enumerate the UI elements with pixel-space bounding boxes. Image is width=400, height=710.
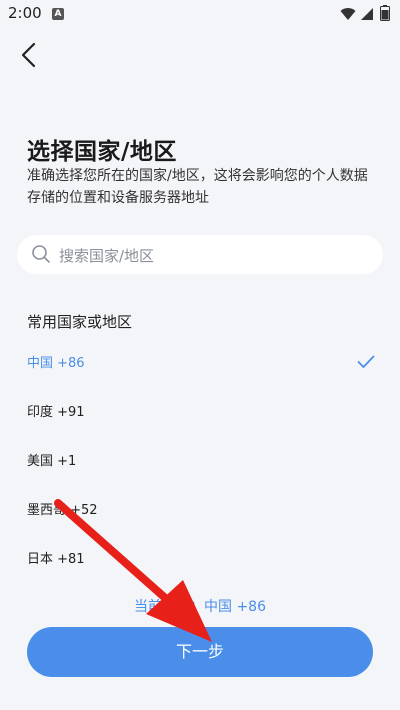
status-time: 2:00 [8,4,42,22]
status-bar: 2:00 A [0,0,400,28]
country-label: 中国 +86 [27,356,85,371]
page-description: 准确选择您所在的国家/地区，这将会影响您的个人数据存储的位置和设备服务器地址 [27,168,368,206]
wifi-icon [340,6,356,25]
country-label: 美国 +1 [27,454,77,469]
page-title: 选择国家/地区 [27,139,177,165]
current-selection-text: 当前选择：中国 +86 [134,599,266,615]
country-label: 墨西哥 +52 [27,503,98,518]
country-item-china[interactable]: 中国 +86 [0,342,400,382]
country-item-usa[interactable]: 美国 +1 [0,440,400,480]
notification-app-icon: A [52,8,64,20]
country-item-japan[interactable]: 日本 +81 [0,538,400,578]
country-label: 印度 +91 [27,405,85,420]
country-item-mexico[interactable]: 墨西哥 +52 [0,489,400,529]
search-icon [31,244,51,268]
back-button[interactable] [14,38,44,72]
country-label: 日本 +81 [27,552,85,567]
country-item-india[interactable]: 印度 +91 [0,391,400,431]
chevron-left-icon [21,42,36,68]
search-input[interactable] [57,235,371,276]
section-heading: 常用国家或地区 [27,313,133,331]
check-icon [357,354,375,373]
next-button[interactable]: 下一步 [27,627,373,677]
signal-icon [360,6,374,25]
search-box[interactable] [17,235,383,276]
battery-icon [380,5,390,25]
